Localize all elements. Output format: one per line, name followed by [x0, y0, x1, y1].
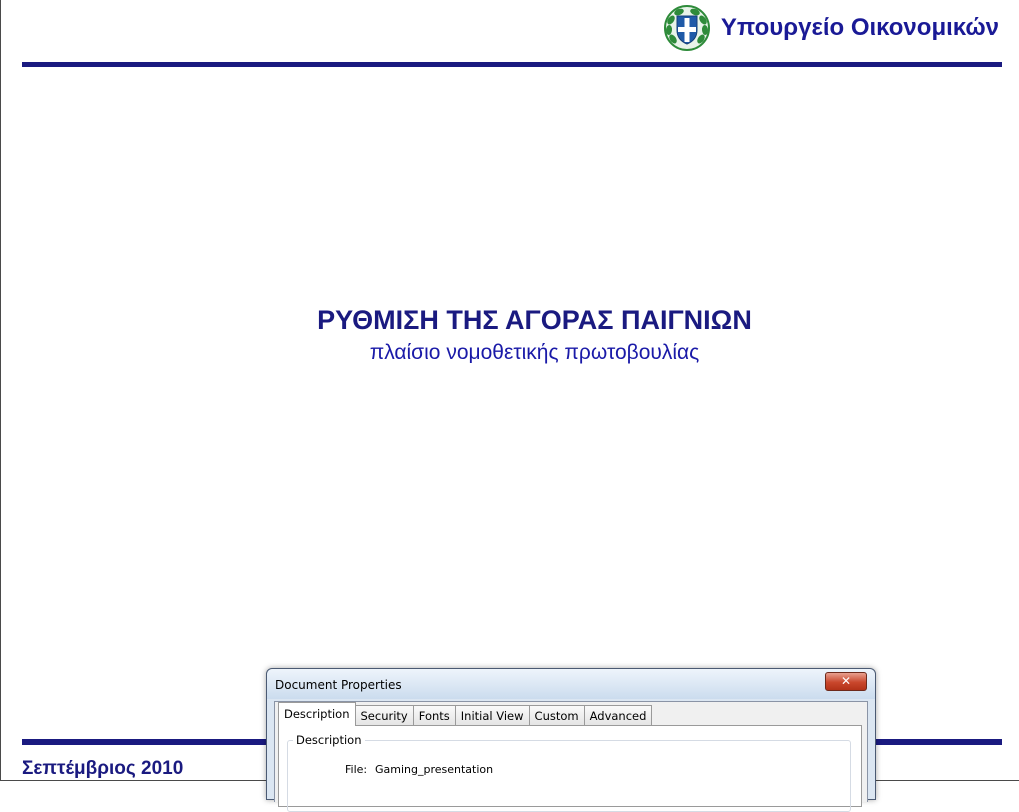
- ministry-header: Υπουργείο Οικονομικών: [663, 4, 999, 52]
- file-field-label: File:: [345, 763, 368, 776]
- description-group: Description File: Gaming_presentation: [287, 733, 851, 812]
- ministry-name: Υπουργείο Οικονομικών: [720, 14, 999, 41]
- close-icon: ✕: [840, 674, 852, 688]
- dialog-titlebar[interactable]: Document Properties ✕: [267, 669, 875, 699]
- tab-fonts[interactable]: Fonts: [412, 705, 456, 726]
- tab-custom[interactable]: Custom: [528, 705, 585, 726]
- document-properties-dialog: Document Properties ✕ Description Securi…: [266, 668, 876, 812]
- footer-date: Σεπτέμβριος 2010: [22, 758, 184, 779]
- file-field-value: Gaming_presentation: [375, 763, 494, 776]
- slide-subtitle: πλαίσιο νομοθετικής πρωτοβουλίας: [369, 341, 700, 364]
- dialog-body: Description Security Fonts Initial View …: [274, 701, 868, 812]
- group-label: Description: [293, 733, 365, 747]
- footer-divider-right: [868, 739, 1002, 745]
- close-button[interactable]: ✕: [825, 672, 867, 691]
- greek-coat-of-arms-icon: [663, 5, 710, 51]
- tab-advanced[interactable]: Advanced: [583, 705, 653, 726]
- header-divider: [22, 62, 1002, 67]
- footer-divider-left: [22, 739, 272, 745]
- tab-description[interactable]: Description: [278, 702, 356, 726]
- page-left-border: [0, 0, 1, 781]
- tab-strip: Description Security Fonts Initial View …: [278, 702, 653, 726]
- dialog-title: Document Properties: [275, 678, 402, 692]
- slide-title: ΡΥΘΜΙΣΗ ΤΗΣ ΑΓΟΡΑΣ ΠΑΙΓΝΙΩΝ: [317, 305, 752, 335]
- tab-security[interactable]: Security: [354, 705, 414, 726]
- description-tab-panel: Description File: Gaming_presentation: [278, 725, 862, 812]
- tab-initial-view[interactable]: Initial View: [454, 705, 530, 726]
